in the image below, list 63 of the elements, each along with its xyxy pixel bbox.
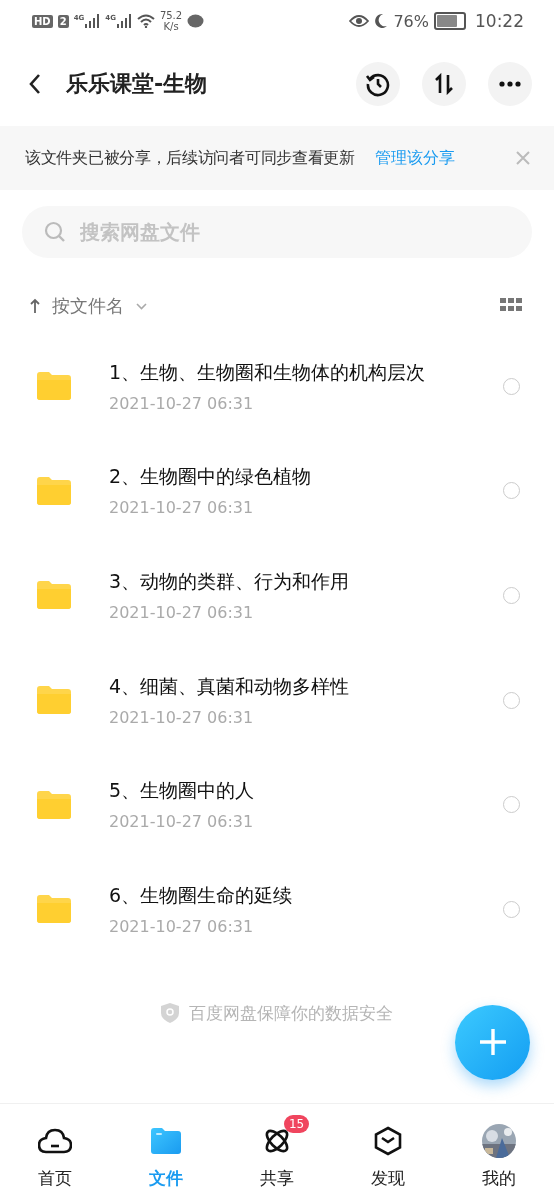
chevron-down-icon [136, 302, 147, 310]
folder-icon [37, 790, 71, 819]
arrow-up-icon [30, 298, 40, 314]
close-icon[interactable] [516, 151, 530, 165]
nav-tab[interactable]: 15 共享 [237, 1110, 317, 1190]
signal-icon [84, 14, 101, 28]
speed-unit: K/s [163, 21, 179, 32]
more-button[interactable] [488, 62, 532, 106]
modified-date: 2021-10-27 06:31 [109, 916, 255, 936]
shield-icon [161, 1003, 179, 1024]
folder-name: 4、细菌、真菌和动物多样性 [109, 673, 351, 699]
security-note: 百度网盘保障你的数据安全 [189, 1001, 393, 1025]
search-icon [44, 221, 66, 243]
folder-name: 2、生物圈中的绿色植物 [109, 464, 313, 490]
share-notice: 该文件夹已被分享，后续访问者可同步查看更新 [25, 147, 355, 169]
folder-name: 5、生物圈中的人 [109, 778, 256, 804]
add-button[interactable] [455, 1004, 530, 1080]
cube-icon [373, 1125, 402, 1156]
page-title: 乐乐课堂-生物 [66, 70, 209, 98]
folder-icon [37, 372, 71, 401]
modified-date: 2021-10-27 06:31 [109, 603, 255, 622]
cloud-icon [38, 1127, 73, 1154]
battery-percent: 76% [393, 11, 429, 31]
folder-row[interactable]: 2、生物圈中的绿色植物 2021-10-27 06:31 [0, 438, 554, 544]
back-icon [28, 73, 42, 95]
signal-icon [115, 14, 132, 28]
folder-name: 3、动物的类群、行为和作用 [109, 569, 351, 594]
folder-name: 1、生物、生物圈和生物体的机构层次 [109, 359, 427, 385]
sort-button[interactable] [422, 62, 466, 106]
plus-icon [477, 1027, 508, 1058]
grid-icon [500, 297, 522, 312]
clock: 10:22 [475, 11, 524, 31]
more-icon [499, 81, 521, 87]
notification-badge: 15 [284, 1114, 310, 1133]
moon-icon [374, 13, 389, 29]
nav-tab[interactable]: 发现 [347, 1110, 428, 1190]
eye-icon [349, 14, 370, 28]
sim-indicator: 2 [57, 14, 69, 28]
folder-row[interactable]: 6、生物圈生命的延续 2021-10-27 06:31 [0, 856, 554, 962]
folder-icon [37, 686, 71, 715]
network-speed: 75.2 [159, 10, 183, 21]
history-icon [365, 71, 391, 97]
folder-icon [37, 476, 71, 505]
folder-row[interactable]: 4、细菌、真菌和动物多样性 2021-10-27 06:31 [0, 647, 554, 753]
modified-date: 2021-10-27 06:31 [109, 498, 255, 518]
wifi-icon [136, 14, 155, 28]
folder-icon [151, 1127, 182, 1154]
modified-date: 2021-10-27 06:31 [109, 812, 255, 832]
sort-arrows-icon [433, 73, 455, 95]
folder-row[interactable]: 1、生物、生物圈和生物体的机构层次 2021-10-27 06:31 [0, 334, 554, 439]
hd-indicator: HD [32, 14, 53, 28]
nav-tab[interactable]: 首页 [15, 1110, 96, 1190]
folder-row[interactable]: 5、生物圈中的人 2021-10-27 06:31 [0, 752, 554, 857]
nav-tab[interactable]: 我的 [458, 1110, 539, 1190]
battery-icon [434, 12, 466, 30]
folder-icon [37, 895, 71, 924]
sort-by-name-button[interactable]: 按文件名 [30, 294, 147, 318]
modified-date: 2021-10-27 06:31 [109, 707, 255, 727]
folder-name: 6、生物圈生命的延续 [109, 882, 294, 908]
folder-row[interactable]: 3、动物的类群、行为和作用 2021-10-27 06:31 [0, 543, 554, 648]
history-button[interactable] [356, 62, 400, 106]
folder-icon [37, 581, 71, 610]
modified-date: 2021-10-27 06:31 [109, 393, 255, 413]
